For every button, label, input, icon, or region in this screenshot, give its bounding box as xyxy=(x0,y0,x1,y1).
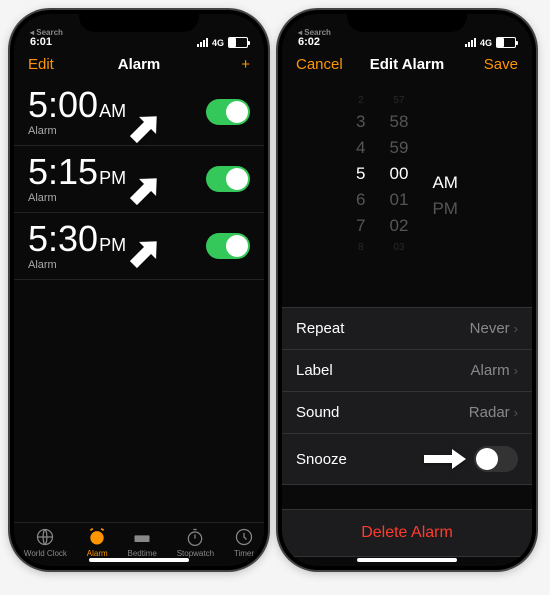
cancel-button[interactable]: Cancel xyxy=(296,56,346,73)
alarm-row[interactable]: 5:30PM Alarm xyxy=(14,213,264,280)
alarm-label: Alarm xyxy=(28,125,126,137)
row-label[interactable]: Label Alarm› xyxy=(282,350,532,392)
picker-ampm[interactable]: AM PM xyxy=(432,95,458,271)
row-repeat[interactable]: Repeat Never› xyxy=(282,308,532,350)
alarm-label: Alarm xyxy=(28,259,126,271)
phone-edit-alarm: ◂ Search 6:02 4G Cancel Edit Alarm Save … xyxy=(278,10,536,570)
signal-icon xyxy=(465,38,476,47)
page-title: Alarm xyxy=(118,56,161,73)
edit-button[interactable]: Edit xyxy=(28,56,78,73)
add-button[interactable]: + xyxy=(200,56,250,73)
bed-icon xyxy=(132,527,152,547)
alarm-toggle[interactable] xyxy=(206,233,250,259)
phone-alarm-list: ◂ Search 6:01 4G Edit Alarm + 5:00AM Ala… xyxy=(10,10,268,570)
row-sound[interactable]: Sound Radar› xyxy=(282,392,532,434)
status-time: 6:02 xyxy=(298,37,331,48)
tab-stopwatch[interactable]: Stopwatch xyxy=(177,527,214,558)
alarm-icon xyxy=(87,527,107,547)
alarm-row[interactable]: 5:00AM Alarm xyxy=(14,79,264,146)
status-bar: ◂ Search 6:01 4G xyxy=(14,14,264,50)
navbar: Cancel Edit Alarm Save xyxy=(282,50,532,79)
status-bar: ◂ Search 6:02 4G xyxy=(282,14,532,50)
alarm-label: Alarm xyxy=(28,192,126,204)
globe-icon xyxy=(35,527,55,547)
annotation-arrow-icon xyxy=(422,447,468,471)
picker-hour[interactable]: 2 3 4 5 6 7 8 xyxy=(356,95,365,271)
home-indicator[interactable] xyxy=(357,558,457,562)
battery-icon xyxy=(228,37,248,48)
delete-alarm-button[interactable]: Delete Alarm xyxy=(282,509,532,557)
network-label: 4G xyxy=(212,38,224,48)
page-title: Edit Alarm xyxy=(370,56,444,73)
alarm-toggle[interactable] xyxy=(206,99,250,125)
chevron-right-icon: › xyxy=(514,363,518,378)
chevron-right-icon: › xyxy=(514,405,518,420)
save-button[interactable]: Save xyxy=(468,56,518,73)
network-label: 4G xyxy=(480,38,492,48)
tab-alarm[interactable]: Alarm xyxy=(87,527,108,558)
tab-world-clock[interactable]: World Clock xyxy=(24,527,67,558)
signal-icon xyxy=(197,38,208,47)
chevron-right-icon: › xyxy=(514,321,518,336)
battery-icon xyxy=(496,37,516,48)
navbar: Edit Alarm + xyxy=(14,50,264,79)
time-picker[interactable]: 2 3 4 5 6 7 8 57 58 59 00 01 02 03 xyxy=(282,79,532,287)
picker-minute[interactable]: 57 58 59 00 01 02 03 xyxy=(390,95,409,271)
timer-icon xyxy=(234,527,254,547)
alarm-toggle[interactable] xyxy=(206,166,250,192)
status-time: 6:01 xyxy=(30,37,63,48)
tab-bedtime[interactable]: Bedtime xyxy=(127,527,156,558)
tab-timer[interactable]: Timer xyxy=(234,527,254,558)
row-snooze: Snooze xyxy=(282,434,532,485)
alarm-row[interactable]: 5:15PM Alarm xyxy=(14,146,264,213)
home-indicator[interactable] xyxy=(89,558,189,562)
snooze-toggle[interactable] xyxy=(474,446,518,472)
stopwatch-icon xyxy=(185,527,205,547)
